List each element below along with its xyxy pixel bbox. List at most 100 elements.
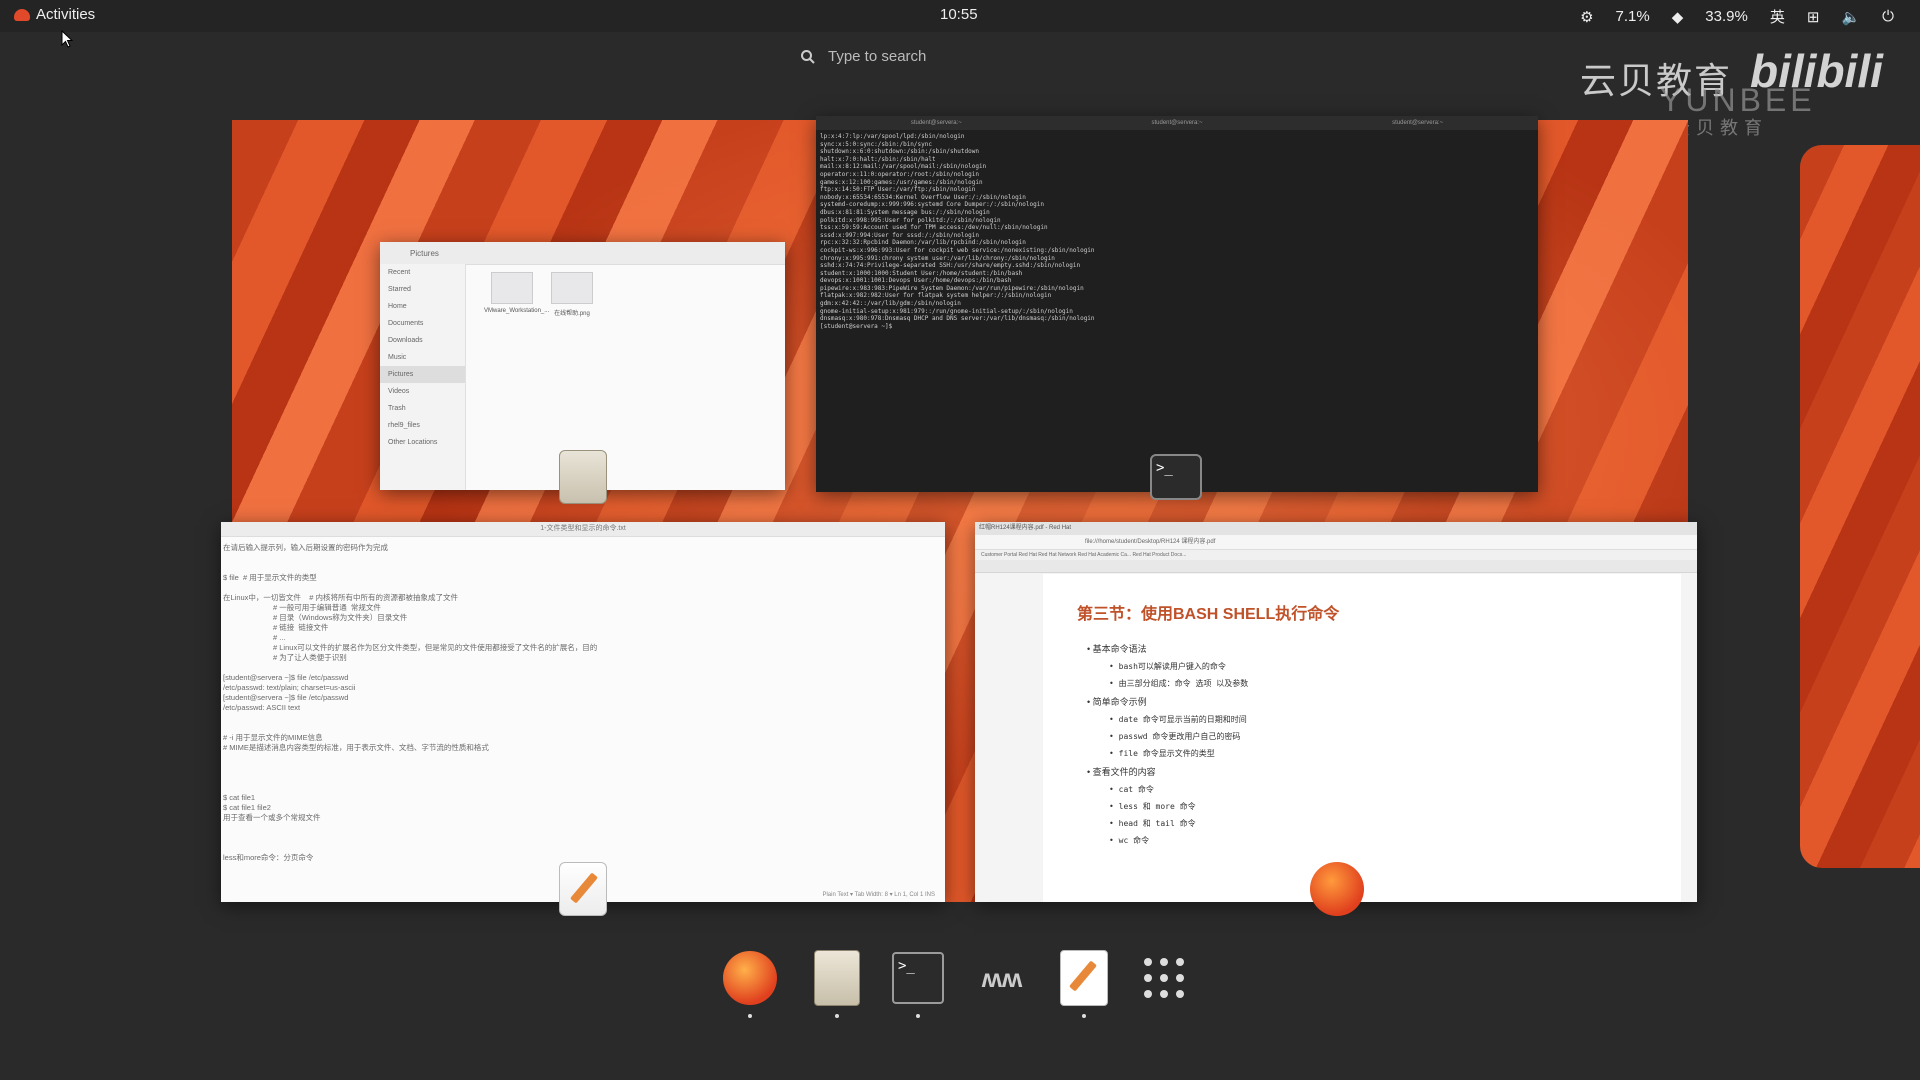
terminal-line: shutdown:x:6:0:shutdown:/sbin:/sbin/shut… [820,148,979,156]
files-sidebar-item[interactable]: Home [380,298,465,315]
terminal-line: tss:x:59:59:Account used for TPM access:… [820,224,1048,232]
text-editor-icon [1060,950,1108,1006]
dash-text-editor[interactable] [1054,948,1114,1018]
terminal-window[interactable]: student@servera:~ student@servera:~ stud… [816,116,1538,492]
top-bar: Activities 10:55 ⚙ 7.1% ◆ 33.9% 英 ⊞ 🔈 ⏻ [0,0,1920,32]
terminal-line: gdm:x:42:42::/var/lib/gdm:/sbin/nologin [820,300,961,308]
doc-bullet: 由三部分组成：命令 选项 以及参数 [1109,678,1647,689]
files-sidebar-item[interactable]: Trash [380,400,465,417]
doc-section-heading: 基本命令语法 [1087,642,1647,655]
editor-line: 在Linux中，一切皆文件 # 内核将所有中所有的资源都被抽象成了文件 [223,593,459,602]
activities-button[interactable]: Activities [14,6,95,23]
doc-bullet: date 命令可显示当前的日期和时间 [1109,714,1647,725]
editor-statusbar[interactable]: Plain Text ▾ Tab Width: 8 ▾ Ln 1, Col 1 … [822,891,935,898]
files-sidebar-item[interactable]: Other Locations [380,434,465,451]
activities-label: Activities [36,6,96,23]
editor-line: $ cat file1 file2 [223,803,271,812]
doc-bullet: head 和 tail 命令 [1109,818,1647,829]
volume-icon[interactable]: 🔈 [1841,8,1860,26]
files-sidebar-item[interactable]: Documents [380,315,465,332]
pdf-toolbar [975,560,1697,573]
file-thumbnail-icon [551,272,593,304]
files-sidebar-item[interactable]: Pictures [380,366,465,383]
system-tray[interactable]: ⚙ 7.1% ◆ 33.9% 英 ⊞ 🔈 ⏻ [1580,6,1894,27]
next-workspace-thumbnail[interactable] [1800,145,1920,868]
dash-firefox[interactable] [720,948,780,1018]
terminal-line: gnome-initial-setup:x:981:979::/run/gnom… [820,307,1073,315]
terminal-line: halt:x:7:0:halt:/sbin:/sbin/halt [820,155,936,163]
terminal-icon: >_ [892,952,944,1004]
terminal-line: sync:x:5:0:sync:/sbin:/bin/sync [820,140,932,148]
files-icon [814,950,860,1006]
terminal-line: sshd:x:74:74:Privilege-separated SSH:/us… [820,262,1081,270]
editor-line: [student@servera ~]$ file /etc/passwd [223,693,349,702]
files-sidebar-item[interactable]: rhel9_files [380,417,465,434]
search-placeholder[interactable]: Type to search [828,48,926,65]
file-thumbnail-icon [491,272,533,304]
input-method-indicator[interactable]: 英 [1770,6,1785,27]
network-icon[interactable]: ⊞ [1807,8,1820,26]
files-sidebar-item[interactable]: Downloads [380,332,465,349]
file-item[interactable]: 在线帮助.png [544,272,600,317]
memory-icon: ◆ [1671,8,1684,26]
files-sidebar-item[interactable]: Music [380,349,465,366]
editor-line: /etc/passwd: ASCII text [223,703,301,712]
files-path[interactable]: Pictures [410,249,439,258]
terminal-line: rpc:x:32:32:Rpcbind Daemon:/var/lib/rpcb… [820,239,1026,247]
editor-line: # ... [223,633,286,642]
terminal-tab[interactable]: student@servera:~ [911,120,962,126]
terminal-line: polkitd:x:998:995:User for polkitd:/:/sb… [820,216,1001,224]
files-sidebar-item[interactable]: Recent [380,264,465,281]
firefox-app-icon [1310,862,1364,916]
terminal-output[interactable]: lp:x:4:7:lp:/var/spool/lpd:/sbin/nologin… [816,130,1538,333]
terminal-line: ftp:x:14:50:FTP User:/var/ftp:/sbin/nolo… [820,186,976,194]
terminal-tab[interactable]: student@servera:~ [1152,120,1203,126]
text-editor-window[interactable]: 1-文件类型和显示的命令.txt 在请后输入提示列，输入后期设置的密码作为完成 … [221,522,945,902]
mouse-cursor-icon [61,30,73,48]
doc-section-heading: 简单命令示例 [1087,695,1647,708]
terminal-line: lp:x:4:7:lp:/var/spool/lpd:/sbin/nologin [820,133,965,140]
file-item[interactable]: VMware_Workstation_... [484,272,549,314]
dash-terminal[interactable]: >_ [888,948,948,1018]
files-sidebar-item[interactable]: Videos [380,383,465,400]
search-icon [801,49,815,64]
terminal-line: mail:x:8:12:mail:/var/spool/mail:/sbin/n… [820,163,987,171]
editor-title: 1-文件类型和显示的命令.txt [221,522,945,537]
text-editor-app-icon [559,862,607,916]
power-icon[interactable]: ⏻ [1882,8,1894,25]
browser-url-bar[interactable]: file:///home/student/Desktop/RH124 课程内容.… [975,535,1697,550]
terminal-line: systemd-coredump:x:999:996:systemd Core … [820,201,1044,209]
browser-bookmarks[interactable]: Customer Portal Red Hat Red Hat Network … [975,550,1697,560]
terminal-line: flatpak:x:982:982:User for flatpak syste… [820,292,1052,300]
clock[interactable]: 10:55 [940,6,978,23]
terminal-line: sssd:x:997:994:User for sssd:/:/sbin/nol… [820,231,979,239]
doc-bullet: bash可以解读用户键入的命令 [1109,661,1647,672]
browser-tab[interactable]: 红帽RH124课程内容.pdf - Red Hat [975,522,1697,535]
dash-show-apps[interactable] [1134,948,1194,1008]
dash-app-m[interactable]: ʍʍ [972,948,1032,1008]
terminal-line: cockpit-ws:x:996:993:User for cockpit we… [820,246,1095,254]
terminal-tab[interactable]: student@servera:~ [1392,120,1443,126]
doc-bullet: wc 命令 [1109,835,1647,846]
browser-window[interactable]: 红帽RH124课程内容.pdf - Red Hat file:///home/s… [975,522,1697,902]
editor-line: # -i 用于显示文件的MIME信息 [223,733,323,742]
overview-search[interactable]: Type to search [800,48,926,65]
editor-line: # MIME是描述消息内容类型的标准，用于表示文件、文档、字节流的性质和格式 [223,743,489,752]
dash-files[interactable] [807,948,867,1018]
terminal-line: nobody:x:65534:65534:Kernel Overflow Use… [820,193,1026,201]
editor-line: # 为了让人类便于识别 [223,653,347,662]
files-sidebar-item[interactable]: Starred [380,281,465,298]
dash: >_ ʍʍ [720,948,1200,1028]
editor-content[interactable]: 在请后输入提示列，输入后期设置的密码作为完成 $ file # 用于显示文件的类… [221,537,945,869]
file-name: VMware_Workstation_... [484,308,550,314]
